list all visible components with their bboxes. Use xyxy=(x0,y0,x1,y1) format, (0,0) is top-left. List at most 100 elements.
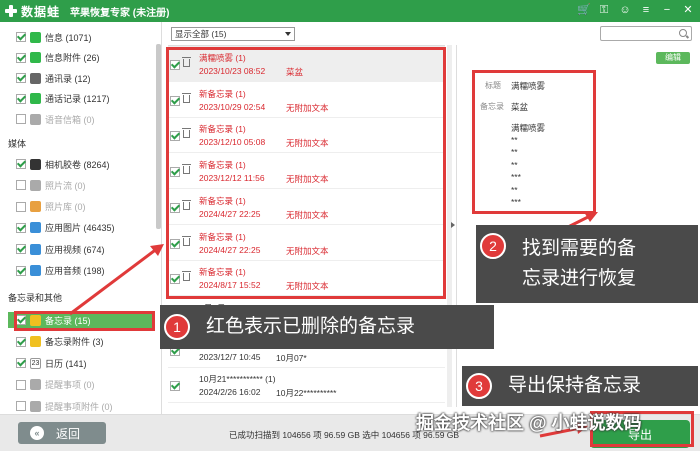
sidebar-item[interactable]: 23 日历 (141) xyxy=(16,355,87,371)
sidebar-item-label: 应用视频 (674) xyxy=(45,244,105,255)
titlebar-icons: 🛒 ⚿ ☺ ≡ − ✕ xyxy=(577,4,694,16)
memo-category-highlight xyxy=(14,311,155,331)
photo-stream-icon xyxy=(30,179,41,191)
callout-2-number: 2 xyxy=(480,233,506,259)
callout-deleted: 1 红色表示已删除的备忘录 xyxy=(160,305,494,349)
sidebar-item-checkbox[interactable] xyxy=(16,114,26,124)
memo-row[interactable]: 10月21*********** (1) 2024/2/26 16:02 10月22… xyxy=(168,367,445,404)
search-input[interactable] xyxy=(600,26,692,41)
sidebar-item[interactable]: 照片流 (0) xyxy=(16,177,86,193)
title-bar: 数据蛙 苹果恢复专家 (未注册) 🛒 ⚿ ☺ ≡ − ✕ xyxy=(0,0,700,22)
close-icon[interactable]: ✕ xyxy=(682,4,694,16)
detail-highlight xyxy=(472,70,596,214)
memo-row-date: 2024/2/26 16:02 xyxy=(199,387,261,398)
sidebar-item-checkbox[interactable] xyxy=(16,93,26,104)
menu-icon[interactable]: ≡ xyxy=(640,4,652,16)
memo-row-preview: 10月22********** xyxy=(276,388,337,399)
callout-2-text-line1: 找到需要的备 xyxy=(522,238,637,259)
sidebar-item-checkbox[interactable] xyxy=(16,73,26,83)
message-icon xyxy=(30,31,41,43)
sidebar-item[interactable]: 照片库 (0) xyxy=(16,199,86,215)
cart-icon[interactable]: 🛒 xyxy=(577,4,591,16)
key-icon[interactable]: ⚿ xyxy=(598,4,610,16)
app-audio-icon xyxy=(30,265,41,276)
memo-row-checkbox[interactable] xyxy=(170,381,180,392)
sidebar-scrollbar[interactable] xyxy=(156,44,161,229)
sidebar-item-checkbox[interactable] xyxy=(16,222,26,233)
sidebar-item-checkbox[interactable] xyxy=(16,180,26,191)
callout-export: 3 导出保持备忘录 xyxy=(462,366,698,406)
memo-row-date: 2023/12/7 10:45 xyxy=(199,351,261,362)
sidebar-item[interactable]: 提醒事项 (0) xyxy=(16,377,95,393)
panel-splitter-arrow-icon[interactable] xyxy=(451,222,455,228)
list-toolbar: 显示全部 (15) xyxy=(168,25,450,45)
minimize-icon[interactable]: − xyxy=(661,4,673,16)
sidebar-item[interactable]: 备忘录附件 (3) xyxy=(16,334,104,350)
sidebar-item-label: 应用音频 (198) xyxy=(45,266,105,276)
callout-1-number: 1 xyxy=(164,314,190,340)
sidebar-item-checkbox[interactable] xyxy=(16,336,26,347)
voicemail-icon xyxy=(30,113,41,125)
sidebar-item-checkbox[interactable] xyxy=(16,379,26,390)
sidebar-item[interactable]: 应用视频 (674) xyxy=(16,241,105,257)
chat-icon[interactable]: ☺ xyxy=(619,4,631,16)
reminder-attachment-icon xyxy=(30,400,41,412)
category-sidebar: 媒体 备忘录和其他 信息 (1071) 信息附件 (26) 通讯录 (12) 通话记录… xyxy=(0,22,162,414)
deleted-memos-highlight xyxy=(166,47,446,299)
plus-logo-icon xyxy=(4,4,18,18)
sidebar-item-checkbox[interactable] xyxy=(16,32,26,42)
memo-row-title: 10月21*********** (1) xyxy=(199,374,276,385)
back-button[interactable]: « 返回 xyxy=(18,422,106,444)
sidebar-item[interactable]: 相机胶卷 (8264) xyxy=(16,156,110,172)
sidebar-item-label: 照片库 (0) xyxy=(45,202,86,213)
callout-3-number: 3 xyxy=(466,373,492,399)
sidebar-item-checkbox[interactable] xyxy=(16,401,26,412)
sidebar-item-label: 照片流 (0) xyxy=(45,180,86,191)
sidebar-item[interactable]: 应用音频 (198) xyxy=(16,263,105,279)
sidebar-item-checkbox[interactable] xyxy=(16,358,26,369)
sidebar-item[interactable]: 提醒事项附件 (0) xyxy=(16,398,113,414)
callout-3-text: 导出保持备忘录 xyxy=(508,375,642,396)
memo-row-preview: 10月07* xyxy=(276,352,307,363)
logo-text: 数据蛙 xyxy=(21,4,61,19)
filter-label: 显示全部 (15) xyxy=(175,29,227,39)
sidebar-item-label: 提醒事项 (0) xyxy=(45,380,95,391)
camera-icon xyxy=(30,158,41,170)
app-photo-icon xyxy=(30,222,41,234)
sidebar-item[interactable]: 语音信箱 (0) xyxy=(16,111,95,127)
app-video-icon xyxy=(30,243,41,255)
sidebar-item-checkbox[interactable] xyxy=(16,244,26,255)
notes-attachment-icon xyxy=(30,336,41,348)
sidebar-item-checkbox[interactable] xyxy=(16,52,26,63)
callout-find: 2 找到需要的备 忘录进行恢复 xyxy=(476,225,698,303)
reminder-icon xyxy=(30,379,41,391)
sidebar-item[interactable]: 通话记录 (1217) xyxy=(16,91,110,107)
chevron-down-icon xyxy=(285,32,291,36)
sidebar-item-label: 提醒事项附件 (0) xyxy=(45,401,113,412)
sidebar-item-checkbox[interactable] xyxy=(16,159,26,169)
memo-section-header: 备忘录和其他 xyxy=(8,293,63,303)
sidebar-item-label: 备忘录附件 (3) xyxy=(45,337,104,348)
contacts-icon xyxy=(30,72,41,84)
search-icon xyxy=(679,29,687,37)
sidebar-item-checkbox[interactable] xyxy=(16,265,26,276)
sidebar-item-label: 通话记录 (1217) xyxy=(45,94,110,104)
filter-dropdown[interactable]: 显示全部 (15) xyxy=(171,27,295,41)
sidebar-item-checkbox[interactable] xyxy=(16,201,26,212)
sidebar-item[interactable]: 信息附件 (26) xyxy=(16,50,100,66)
sidebar-item[interactable]: 信息 (1071) xyxy=(16,29,92,45)
phone-icon xyxy=(30,93,41,104)
message-attachment-icon xyxy=(30,52,41,63)
sidebar-item-label: 日历 (141) xyxy=(45,358,87,369)
callout-1-text: 红色表示已删除的备忘录 xyxy=(206,316,416,337)
sidebar-item-label: 通讯录 (12) xyxy=(45,73,91,84)
photo-library-icon xyxy=(30,201,41,213)
double-chevron-left-icon: « xyxy=(30,426,44,440)
sidebar-item-label: 信息附件 (26) xyxy=(45,53,100,63)
sidebar-item[interactable]: 通讯录 (12) xyxy=(16,70,91,86)
calendar-icon: 23 xyxy=(30,357,41,369)
watermark: 掘金技术社区 @ 小蛙说数码 xyxy=(416,413,642,433)
edit-button[interactable]: 编辑 xyxy=(656,52,690,64)
sidebar-item[interactable]: 应用图片 (46435) xyxy=(16,220,115,236)
media-section-header: 媒体 xyxy=(8,139,27,149)
